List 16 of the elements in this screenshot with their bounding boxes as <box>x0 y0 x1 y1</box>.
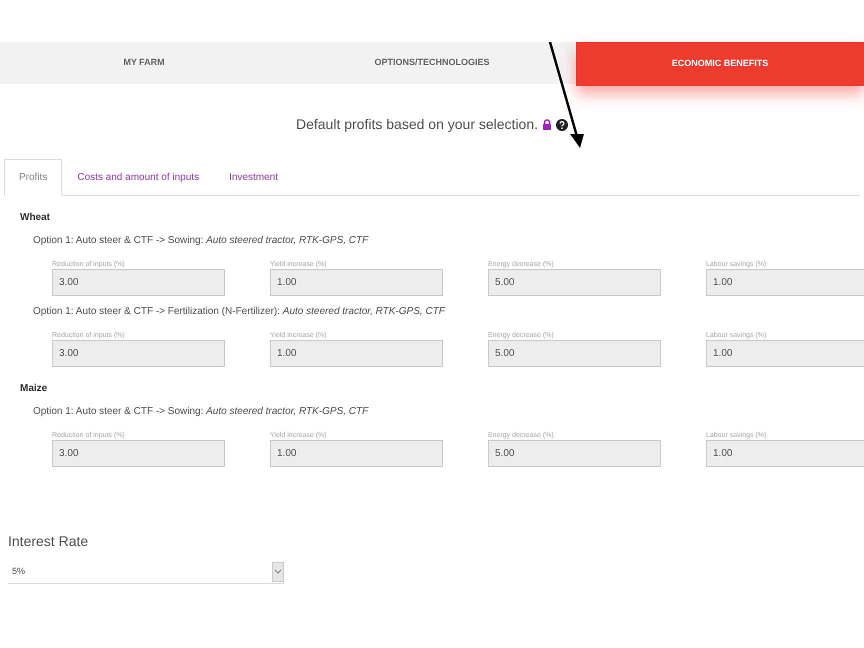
tab[interactable]: Profits <box>4 159 62 196</box>
help-icon[interactable] <box>556 118 568 130</box>
tab[interactable]: Costs and amount of inputs <box>62 159 214 196</box>
crop-heading: Wheat <box>20 211 51 225</box>
crop-heading: Maize <box>20 382 48 396</box>
select-field[interactable]: 5% <box>8 560 284 584</box>
option-text: Option 1: Auto steer & CTF -> Sowing: Auto steered tractor, RTK-GPS, CTF <box>33 405 370 419</box>
nav-tab[interactable]: ECONOMIC BENEFITS <box>576 42 864 86</box>
heading-text: Default profits based on your selection. <box>296 115 538 134</box>
lock-icon <box>542 119 552 130</box>
tab[interactable]: Investment <box>214 159 294 196</box>
nav-tab[interactable]: MY FARM <box>0 42 288 84</box>
option-text: Option 1: Auto steer & CTF -> Sowing: Auto steered tractor, RTK-GPS, CTF <box>33 234 370 248</box>
nav-tab[interactable]: OPTIONS/TECHNOLOGIES <box>288 42 576 84</box>
option-text: Option 1: Auto steer & CTF -> Fertilization (N-Fertilizer): Auto steered tractor, RTK-GPS, CTF <box>33 305 446 319</box>
field-label: Interest Rate <box>8 532 90 551</box>
